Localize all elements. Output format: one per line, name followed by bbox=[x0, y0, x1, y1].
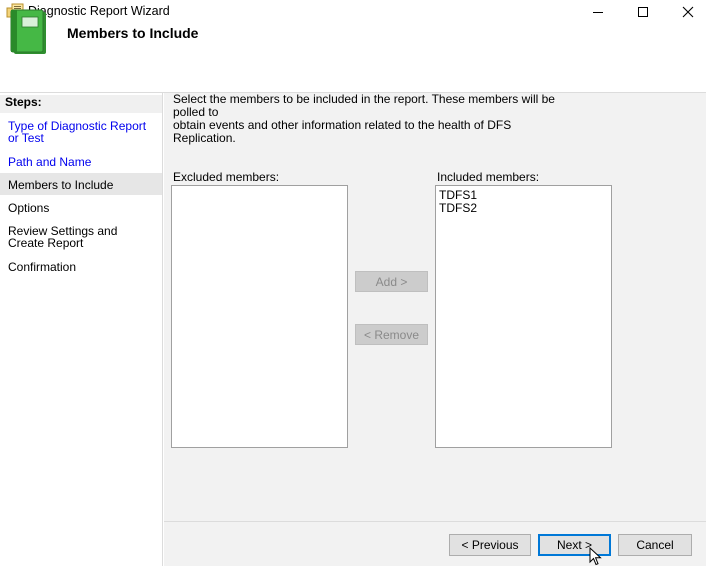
instruction-text: Select the members to be included in the… bbox=[173, 93, 573, 145]
step-members-to-include: Members to Include bbox=[8, 178, 114, 192]
close-icon bbox=[682, 6, 694, 18]
minimize-button[interactable] bbox=[575, 0, 621, 24]
step-path-and-name[interactable]: Path and Name bbox=[8, 156, 156, 168]
list-item[interactable]: TDFS2 bbox=[439, 202, 477, 215]
included-members-list[interactable]: TDFS1 TDFS2 bbox=[435, 185, 612, 448]
included-members-label: Included members: bbox=[437, 170, 540, 184]
page-title: Members to Include bbox=[67, 25, 199, 41]
footer-divider bbox=[164, 521, 706, 522]
remove-button[interactable]: < Remove bbox=[355, 324, 428, 345]
step-confirmation: Confirmation bbox=[8, 260, 77, 274]
maximize-button[interactable] bbox=[620, 0, 666, 24]
minimize-icon bbox=[593, 12, 603, 13]
steps-label: Steps: bbox=[5, 95, 42, 109]
mouse-pointer-icon bbox=[589, 546, 603, 566]
close-button[interactable] bbox=[665, 0, 706, 24]
instruction-line-2: obtain events and other information rela… bbox=[173, 118, 512, 145]
step-options: Options bbox=[8, 201, 50, 215]
add-button[interactable]: Add > bbox=[355, 271, 428, 292]
excluded-members-list[interactable] bbox=[171, 185, 348, 448]
step-review-settings: Review Settings and Create Report bbox=[8, 224, 118, 250]
maximize-icon bbox=[638, 7, 648, 17]
excluded-members-label: Excluded members: bbox=[173, 170, 280, 184]
previous-button[interactable]: < Previous bbox=[449, 534, 531, 556]
instruction-line-1: Select the members to be included in the… bbox=[173, 92, 555, 119]
step-type-of-report[interactable]: Type of Diagnostic Report or Test bbox=[8, 120, 156, 144]
cancel-button[interactable]: Cancel bbox=[618, 534, 692, 556]
report-book-icon bbox=[8, 8, 50, 56]
